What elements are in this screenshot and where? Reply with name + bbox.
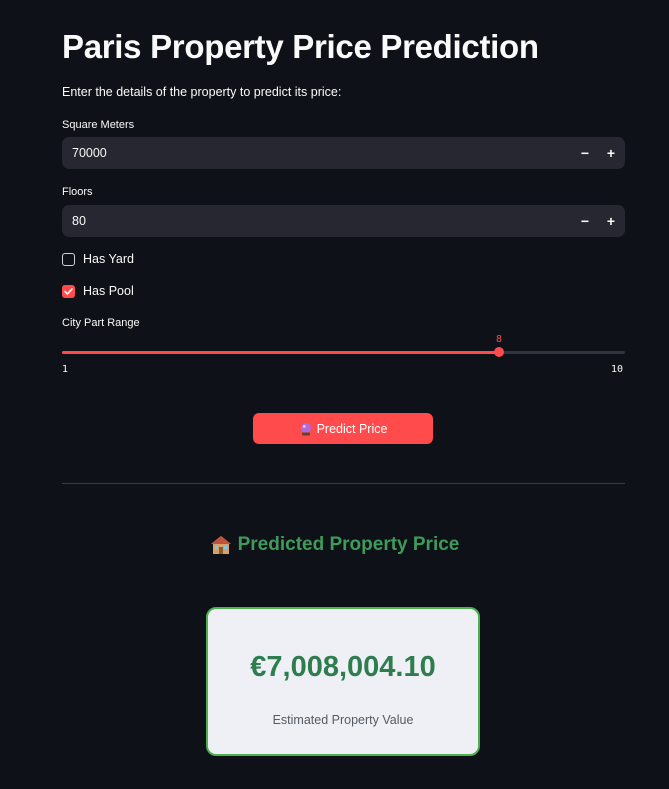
- square-meters-input[interactable]: 70000 − +: [62, 137, 625, 169]
- has-pool-label[interactable]: Has Pool: [83, 284, 134, 298]
- predict-price-button[interactable]: Predict Price: [253, 413, 433, 444]
- result-caption: Estimated Property Value: [272, 713, 414, 727]
- result-title: Predicted Property Price: [237, 534, 460, 555]
- floors-label: Floors: [62, 186, 93, 198]
- floors-value[interactable]: 80: [72, 214, 86, 228]
- floors-increment-button[interactable]: +: [600, 210, 622, 232]
- slider-max-label: 10: [611, 364, 624, 375]
- slider-track-fill[interactable]: [62, 351, 499, 354]
- square-meters-value[interactable]: 70000: [72, 146, 107, 160]
- crystal-ball-icon: [300, 422, 311, 435]
- square-meters-decrement-button[interactable]: −: [574, 142, 596, 164]
- has-yard-checkbox[interactable]: [62, 253, 75, 266]
- house-icon: [210, 536, 231, 554]
- city-part-range-label: City Part Range: [62, 317, 140, 329]
- square-meters-label: Square Meters: [62, 119, 135, 131]
- has-yard-label[interactable]: Has Yard: [83, 252, 134, 266]
- divider: [62, 483, 625, 484]
- predict-price-label: Predict Price: [316, 421, 388, 436]
- result-heading: Predicted Property Price: [0, 534, 669, 556]
- intro-text: Enter the details of the property to pre…: [62, 85, 342, 99]
- slider-min-label: 1: [62, 364, 69, 375]
- result-card: €7,008,004.10 Estimated Property Value: [206, 607, 480, 756]
- floors-input[interactable]: 80 − +: [62, 205, 625, 237]
- slider-thumb[interactable]: [494, 347, 504, 357]
- page-title: Paris Property Price Prediction: [62, 28, 539, 65]
- has-pool-checkbox[interactable]: [62, 285, 75, 298]
- floors-decrement-button[interactable]: −: [574, 210, 596, 232]
- square-meters-increment-button[interactable]: +: [600, 142, 622, 164]
- slider-current-value: 8: [496, 334, 503, 345]
- checkmark-icon: [64, 288, 73, 295]
- predicted-price: €7,008,004.10: [250, 651, 436, 683]
